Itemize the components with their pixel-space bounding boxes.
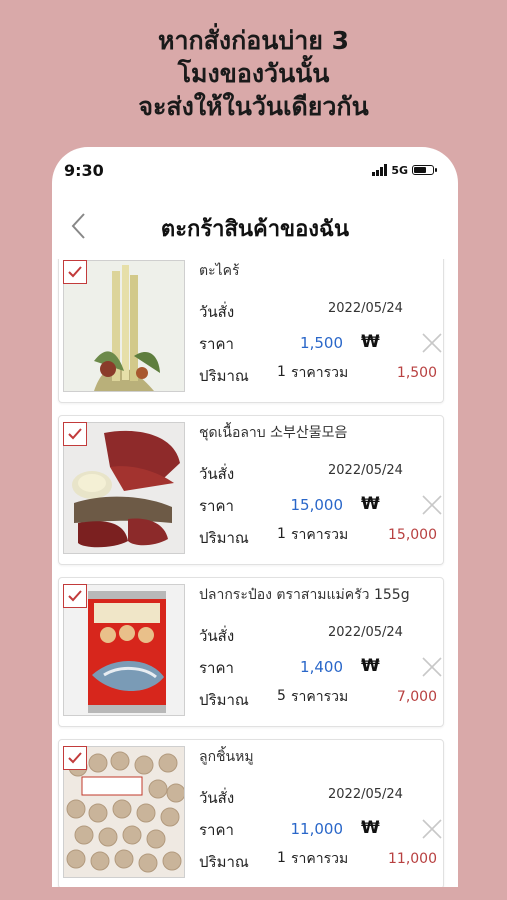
total-label: ราคารวม <box>291 851 349 867</box>
currency-symbol: ₩ <box>361 494 380 514</box>
currency-symbol: ₩ <box>361 818 380 838</box>
order-date: 2022/05/24 <box>328 625 403 640</box>
battery-icon <box>412 165 437 175</box>
signal-icon <box>372 164 388 176</box>
item-checkbox[interactable] <box>63 746 87 770</box>
status-time: 9:30 <box>64 161 104 180</box>
cart-item: ลูกชิ้นหมู วันสั่ง 2022/05/24 ราคา 11,00… <box>58 739 444 887</box>
remove-button[interactable] <box>421 656 443 678</box>
cart-list[interactable]: ตะไคร้ วันสั่ง 2022/05/24 ราคา 1,500 ₩ ป… <box>52 259 458 887</box>
quantity-label: ปริมาณ <box>199 367 249 385</box>
price-label: ราคา <box>199 497 234 515</box>
quantity-label: ปริมาณ <box>199 853 249 871</box>
checkmark-icon <box>68 428 82 440</box>
order-date-label: วันสั่ง <box>199 303 235 321</box>
page-title: ตะกร้าสินค้าของฉัน <box>160 217 350 242</box>
cart-item: ตะไคร้ วันสั่ง 2022/05/24 ราคา 1,500 ₩ ป… <box>58 259 444 403</box>
network-type: 5G <box>391 163 408 177</box>
price-label: ราคา <box>199 335 234 353</box>
item-total: 11,000 <box>388 851 437 867</box>
currency-symbol: ₩ <box>361 332 380 352</box>
item-name: ปลากระป๋อง ตราสามแม่ครัว 155g <box>199 587 410 603</box>
item-quantity: 1 <box>277 364 286 380</box>
item-checkbox[interactable] <box>63 422 87 446</box>
checkmark-icon <box>68 266 82 278</box>
promo-line-2: โมงของวันนั้น <box>177 59 330 88</box>
promo-line-1: หากสั่งก่อนบ่าย 3 <box>157 26 349 55</box>
item-total: 7,000 <box>396 689 437 705</box>
promo-headline: หากสั่งก่อนบ่าย 3 โมงของวันนั้น จะส่งให้… <box>0 24 507 123</box>
item-checkbox[interactable] <box>63 584 87 608</box>
total-label: ราคารวม <box>291 365 349 381</box>
order-date: 2022/05/24 <box>328 787 403 802</box>
quantity-label: ปริมาณ <box>199 691 249 709</box>
item-name: ชุดเนื้อลาบ 소부산물모음 <box>199 425 348 441</box>
item-quantity: 5 <box>277 688 286 704</box>
item-checkbox[interactable] <box>63 260 87 284</box>
order-date-label: วันสั่ง <box>199 465 235 483</box>
order-date: 2022/05/24 <box>328 301 403 316</box>
order-date-label: วันสั่ง <box>199 627 235 645</box>
item-name: ลูกชิ้นหมู <box>199 749 254 765</box>
quantity-label: ปริมาณ <box>199 529 249 547</box>
item-price: 1,500 <box>300 334 343 352</box>
close-icon <box>422 333 442 353</box>
currency-symbol: ₩ <box>361 656 380 676</box>
item-total: 15,000 <box>388 527 437 543</box>
price-label: ราคา <box>199 821 234 839</box>
remove-button[interactable] <box>421 332 443 354</box>
item-total: 1,500 <box>396 365 437 381</box>
close-icon <box>422 495 442 515</box>
close-icon <box>422 657 442 677</box>
cart-item: ปลากระป๋อง ตราสามแม่ครัว 155g วันสั่ง 20… <box>58 577 444 727</box>
phone-screen: 9:30 5G ตะกร้าสินค้าของฉัน ตะไคร้ วันสั่… <box>52 147 458 887</box>
item-price: 1,400 <box>300 658 343 676</box>
remove-button[interactable] <box>421 494 443 516</box>
item-name: ตะไคร้ <box>199 263 240 279</box>
status-indicators: 5G <box>372 163 437 177</box>
item-quantity: 1 <box>277 850 286 866</box>
item-price: 11,000 <box>290 820 344 838</box>
nav-bar: ตะกร้าสินค้าของฉัน <box>52 197 458 255</box>
checkmark-icon <box>68 752 82 764</box>
price-label: ราคา <box>199 659 234 677</box>
item-quantity: 1 <box>277 526 286 542</box>
item-price: 15,000 <box>290 496 344 514</box>
cart-item: ชุดเนื้อลาบ 소부산물모음 วันสั่ง 2022/05/24 รา… <box>58 415 444 565</box>
promo-line-3: จะส่งให้ในวันเดียวกัน <box>138 92 369 121</box>
order-date: 2022/05/24 <box>328 463 403 478</box>
close-icon <box>422 819 442 839</box>
order-date-label: วันสั่ง <box>199 789 235 807</box>
total-label: ราคารวม <box>291 689 349 705</box>
remove-button[interactable] <box>421 818 443 840</box>
status-bar: 9:30 5G <box>52 147 458 197</box>
total-label: ราคารวม <box>291 527 349 543</box>
checkmark-icon <box>68 590 82 602</box>
